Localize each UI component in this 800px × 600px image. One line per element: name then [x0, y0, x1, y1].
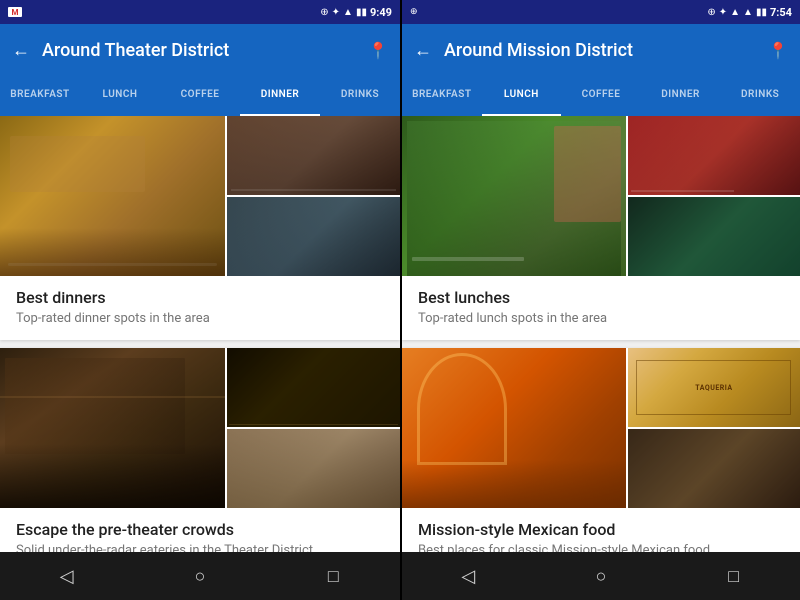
- bluetooth-icon: ✦: [332, 7, 340, 18]
- location-status-left-icon: ⊕: [410, 7, 418, 17]
- card-text-lunches: Best lunches Top-rated lunch spots in th…: [402, 276, 800, 340]
- card-best-lunches[interactable]: Best lunches Top-rated lunch spots in th…: [402, 116, 800, 340]
- card-pre-theater[interactable]: Escape the pre-theater crowds Solid unde…: [0, 348, 400, 552]
- tab-breakfast-mission[interactable]: BREAKFAST: [402, 76, 482, 116]
- bluetooth-icon-mission: ✦: [719, 7, 727, 18]
- card-title-lunches: Best lunches: [418, 288, 784, 307]
- pretheater-image-side-bottom: [227, 429, 400, 508]
- back-nav-button-theater[interactable]: ◁: [47, 556, 87, 596]
- tab-lunch-theater[interactable]: LUNCH: [80, 76, 160, 116]
- location-status-icon: ⊕: [320, 7, 328, 18]
- content-mission: Best lunches Top-rated lunch spots in th…: [402, 116, 800, 552]
- wifi-icon-mission: ▲: [730, 7, 740, 18]
- card-images-dinners: [0, 116, 400, 276]
- tab-coffee-mission[interactable]: COFFEE: [561, 76, 641, 116]
- signal-icon-mission: ▲: [743, 7, 753, 18]
- card-images-lunches: [402, 116, 800, 276]
- status-bar-theater: M ⊕ ✦ ▲ ▮▮ 9:49: [0, 0, 400, 24]
- card-text-dinners: Best dinners Top-rated dinner spots in t…: [0, 276, 400, 340]
- lunch-image-main: [402, 116, 626, 276]
- status-bar-left: M: [8, 7, 22, 17]
- signal-icon: ▲: [343, 7, 353, 18]
- phone-mission: ⊕ ⊕ ✦ ▲ ▲ ▮▮ 7:54 ← Around Mission Distr…: [400, 0, 800, 600]
- card-text-mexican: Mission-style Mexican food Best places f…: [402, 508, 800, 552]
- phone-theater: M ⊕ ✦ ▲ ▮▮ 9:49 ← Around Theater Distric…: [0, 0, 400, 600]
- card-text-pretheater: Escape the pre-theater crowds Solid unde…: [0, 508, 400, 552]
- status-bar-right: ⊕ ✦ ▲ ▮▮ 9:49: [320, 6, 392, 19]
- dinner-images-side: [227, 116, 400, 276]
- tab-dinner-theater[interactable]: DINNER: [240, 76, 320, 116]
- tab-bar-theater: BREAKFAST LUNCH COFFEE DINNER DRINKS: [0, 76, 400, 116]
- tab-breakfast-theater[interactable]: BREAKFAST: [0, 76, 80, 116]
- pretheater-image-side-top: [227, 348, 400, 427]
- dinner-image-main: [0, 116, 225, 276]
- pretheater-images-side: [227, 348, 400, 508]
- battery-icon: ▮▮: [356, 7, 367, 18]
- tab-drinks-theater[interactable]: DRINKS: [320, 76, 400, 116]
- card-images-mexican: TAQUERIA: [402, 348, 800, 508]
- bottom-nav-theater: ◁ ○ □: [0, 552, 400, 600]
- status-bar-right-mission: ⊕ ✦ ▲ ▲ ▮▮ 7:54: [707, 6, 792, 19]
- lunch-image-side-bottom: [628, 197, 800, 276]
- status-time-mission: 7:54: [770, 6, 792, 19]
- card-best-dinners[interactable]: Best dinners Top-rated dinner spots in t…: [0, 116, 400, 340]
- top-bar-theater: ← Around Theater District 📍: [0, 24, 400, 76]
- tab-bar-mission: BREAKFAST LUNCH COFFEE DINNER DRINKS: [402, 76, 800, 116]
- location-status-icon-mission: ⊕: [707, 7, 715, 18]
- home-nav-button-mission[interactable]: ○: [581, 556, 621, 596]
- card-subtitle-lunches: Top-rated lunch spots in the area: [418, 311, 784, 326]
- battery-icon-mission: ▮▮: [756, 7, 767, 18]
- card-title-mexican: Mission-style Mexican food: [418, 520, 784, 539]
- top-bar-mission: ← Around Mission District 📍: [402, 24, 800, 76]
- content-theater: Best dinners Top-rated dinner spots in t…: [0, 116, 400, 552]
- lunch-images-side: [628, 116, 800, 276]
- tab-lunch-mission[interactable]: LUNCH: [482, 76, 562, 116]
- location-pin-icon[interactable]: 📍: [368, 41, 388, 60]
- back-nav-button-mission[interactable]: ◁: [448, 556, 488, 596]
- back-button-mission[interactable]: ←: [414, 40, 432, 61]
- lunch-image-side-top: [628, 116, 800, 195]
- card-title-dinners: Best dinners: [16, 288, 384, 307]
- tab-drinks-mission[interactable]: DRINKS: [720, 76, 800, 116]
- home-nav-button-theater[interactable]: ○: [180, 556, 220, 596]
- recents-nav-button-theater[interactable]: □: [313, 556, 353, 596]
- pretheater-image-main: [0, 348, 225, 508]
- recents-nav-button-mission[interactable]: □: [714, 556, 754, 596]
- page-title-theater: Around Theater District: [42, 40, 356, 61]
- bottom-nav-mission: ◁ ○ □: [402, 552, 800, 600]
- status-time: 9:49: [370, 6, 392, 19]
- card-subtitle-mexican: Best places for classic Mission-style Me…: [418, 543, 784, 552]
- card-images-pretheater: [0, 348, 400, 508]
- card-mexican-food[interactable]: TAQUERIA Mission-style Mexican food Best…: [402, 348, 800, 552]
- gmail-icon: M: [8, 7, 22, 17]
- card-subtitle-pretheater: Solid under-the-radar eateries in the Th…: [16, 543, 384, 552]
- back-button[interactable]: ←: [12, 40, 30, 61]
- tab-dinner-mission[interactable]: DINNER: [641, 76, 721, 116]
- status-bar-mission: ⊕ ⊕ ✦ ▲ ▲ ▮▮ 7:54: [402, 0, 800, 24]
- status-bar-left-mission: ⊕: [410, 7, 418, 17]
- tab-coffee-theater[interactable]: COFFEE: [160, 76, 240, 116]
- dinner-image-side-bottom: [227, 197, 400, 276]
- mexican-image-side-bottom: [628, 429, 800, 508]
- mexican-image-main: [402, 348, 626, 508]
- mexican-images-side: TAQUERIA: [628, 348, 800, 508]
- card-subtitle-dinners: Top-rated dinner spots in the area: [16, 311, 384, 326]
- card-title-pretheater: Escape the pre-theater crowds: [16, 520, 384, 539]
- location-pin-icon-mission[interactable]: 📍: [768, 41, 788, 60]
- dinner-image-side-top: [227, 116, 400, 195]
- page-title-mission: Around Mission District: [444, 40, 756, 61]
- mexican-image-side-top: TAQUERIA: [628, 348, 800, 427]
